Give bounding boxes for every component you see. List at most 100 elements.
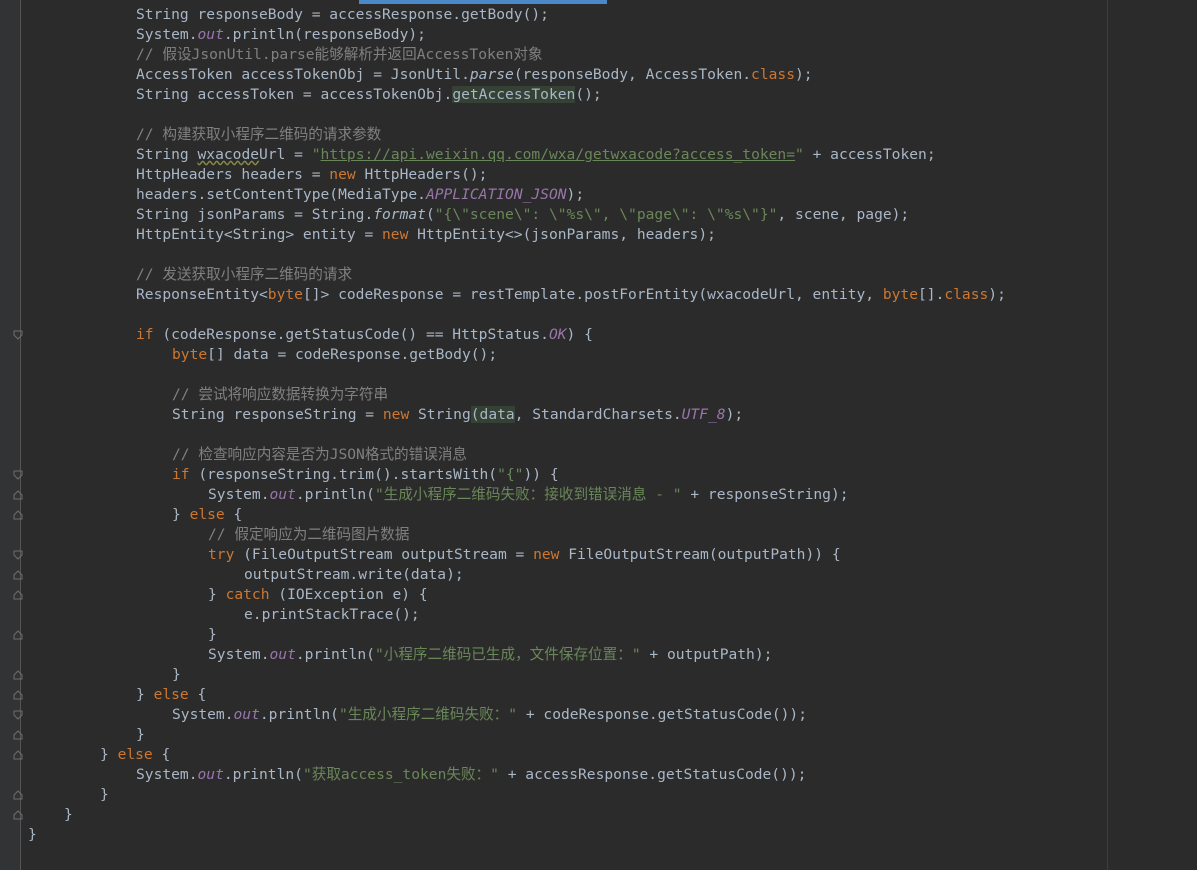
code-line[interactable]: }	[28, 825, 37, 845]
fold-close-icon[interactable]	[13, 590, 23, 600]
code-token: )) {	[523, 466, 559, 483]
fold-close-icon[interactable]	[13, 670, 23, 680]
code-token: String accessToken = accessTokenObj.	[136, 86, 453, 103]
code-token: }	[28, 826, 37, 843]
code-token: Url =	[259, 146, 312, 163]
code-line[interactable]: String jsonParams = String.format("{\"sc…	[136, 205, 909, 225]
code-line[interactable]: headers.setContentType(MediaType.APPLICA…	[136, 185, 584, 205]
code-line[interactable]: if (responseString.trim().startsWith("{"…	[172, 465, 559, 485]
code-line[interactable]: // 假定响应为二维码图片数据	[208, 525, 410, 545]
code-line[interactable]: } catch (IOException e) {	[208, 585, 428, 605]
code-line[interactable]: } else {	[100, 745, 170, 765]
code-line[interactable]: // 构建获取小程序二维码的请求参数	[136, 125, 381, 145]
fold-close-icon[interactable]	[13, 790, 23, 800]
code-token: );	[988, 286, 1006, 303]
code-line[interactable]: ResponseEntity<byte[]> codeResponse = re…	[136, 285, 1006, 305]
code-token: getAccessToken	[452, 86, 576, 103]
code-token: System.	[208, 646, 270, 663]
code-token: else	[153, 686, 189, 703]
code-token: HttpEntity<>(jsonParams, headers);	[408, 226, 716, 243]
code-line[interactable]: System.out.println(responseBody);	[136, 25, 426, 45]
fold-open-icon[interactable]	[13, 710, 23, 720]
code-token: class	[944, 286, 989, 303]
code-token: (responseString.trim().startsWith(	[189, 466, 498, 483]
code-token: ResponseEntity<	[136, 286, 268, 303]
code-token: class	[751, 66, 795, 83]
code-token: // 检查响应内容是否为JSON格式的错误消息	[172, 446, 468, 463]
code-token: "	[311, 146, 321, 163]
code-token: if	[136, 326, 154, 343]
code-token: + outputPath);	[640, 646, 773, 663]
fold-close-icon[interactable]	[13, 730, 23, 740]
code-token: System.	[136, 766, 198, 783]
code-line[interactable]: byte[] data = codeResponse.getBody();	[172, 345, 497, 365]
fold-close-icon[interactable]	[13, 750, 23, 760]
code-token: APPLICATION_JSON	[425, 186, 567, 203]
code-token: String responseBody = accessResponse.get…	[136, 6, 549, 23]
code-line[interactable]: if (codeResponse.getStatusCode() == Http…	[136, 325, 593, 345]
code-line[interactable]: try (FileOutputStream outputStream = new…	[208, 545, 841, 565]
code-token: }	[100, 746, 118, 763]
code-token: .println(	[259, 706, 339, 723]
fold-open-icon[interactable]	[13, 470, 23, 480]
code-line[interactable]: System.out.println("生成小程序二维码失败：接收到错误消息 -…	[208, 485, 849, 505]
code-token: .println(	[295, 486, 375, 503]
code-token: System.	[172, 706, 234, 723]
code-line[interactable]: // 假设JsonUtil.parse能够解析并返回AccessToken对象	[136, 45, 543, 65]
fold-close-icon[interactable]	[13, 690, 23, 700]
code-line[interactable]: }	[136, 725, 145, 745]
code-token: System.	[208, 486, 270, 503]
fold-open-icon[interactable]	[13, 550, 23, 560]
code-token: out	[197, 26, 224, 43]
code-token: headers.setContentType(MediaType.	[136, 186, 426, 203]
code-line[interactable]: HttpHeaders headers = new HttpHeaders();	[136, 165, 487, 185]
code-token: AccessToken accessTokenObj = JsonUtil.	[136, 66, 470, 83]
code-token: (IOException e) {	[269, 586, 428, 603]
code-line[interactable]: e.printStackTrace();	[244, 605, 420, 625]
code-token: // 假设JsonUtil.parse能够解析并返回AccessToken对象	[136, 46, 543, 63]
code-line[interactable]: HttpEntity<String> entity = new HttpEnti…	[136, 225, 716, 245]
code-line[interactable]: System.out.println("获取access_token失败：" +…	[136, 765, 806, 785]
code-token: }	[208, 586, 226, 603]
code-token: e.printStackTrace();	[244, 606, 420, 623]
code-token: // 尝试将响应数据转换为字符串	[172, 386, 389, 403]
code-line[interactable]: String wxacodeUrl = "https://api.weixin.…	[136, 145, 936, 165]
code-line[interactable]: // 检查响应内容是否为JSON格式的错误消息	[172, 445, 467, 465]
fold-close-icon[interactable]	[13, 510, 23, 520]
code-token: OK	[548, 326, 567, 343]
fold-close-icon[interactable]	[13, 570, 23, 580]
code-line[interactable]: }	[208, 625, 217, 645]
fold-close-icon[interactable]	[13, 630, 23, 640]
code-line[interactable]: System.out.println("小程序二维码已生成，文件保存位置：" +…	[208, 645, 772, 665]
code-token: + accessResponse.getStatusCode());	[498, 766, 807, 783]
code-line[interactable]: outputStream.write(data);	[244, 565, 464, 585]
code-line[interactable]: }	[64, 805, 73, 825]
horizontal-scroll-thumb[interactable]	[359, 0, 607, 4]
code-token: []> codeResponse = restTemplate.postForE…	[302, 286, 883, 303]
code-line[interactable]: // 发送获取小程序二维码的请求	[136, 265, 352, 285]
fold-open-icon[interactable]	[13, 330, 23, 340]
code-token: byte	[267, 286, 303, 303]
code-line[interactable]: // 尝试将响应数据转换为字符串	[172, 385, 388, 405]
code-line[interactable]: }	[100, 785, 109, 805]
code-token: https://api.weixin.qq.com/wxa/getwxacode…	[320, 146, 796, 163]
code-token: byte	[172, 346, 208, 363]
code-line[interactable]: String responseString = new String(data,…	[172, 405, 743, 425]
code-line[interactable]: } else {	[172, 505, 242, 525]
code-token: new	[382, 406, 410, 423]
code-line[interactable]: System.out.println("生成小程序二维码失败：" + codeR…	[172, 705, 807, 725]
code-token: // 假定响应为二维码图片数据	[208, 526, 410, 543]
code-line[interactable]: String accessToken = accessTokenObj.getA…	[136, 85, 602, 105]
code-token: {	[188, 686, 207, 703]
code-line[interactable]: String responseBody = accessResponse.get…	[136, 5, 549, 25]
code-line[interactable]: }	[172, 665, 181, 685]
fold-close-icon[interactable]	[13, 490, 23, 500]
fold-close-icon[interactable]	[13, 810, 23, 820]
code-line[interactable]: AccessToken accessTokenObj = JsonUtil.pa…	[136, 65, 813, 85]
code-line[interactable]: } else {	[136, 685, 206, 705]
code-token: "获取access_token失败："	[302, 766, 499, 783]
code-token: byte	[882, 286, 918, 303]
code-editor[interactable]: String responseBody = accessResponse.get…	[0, 0, 1197, 870]
code-token: "	[795, 146, 804, 163]
code-token: }	[136, 686, 154, 703]
